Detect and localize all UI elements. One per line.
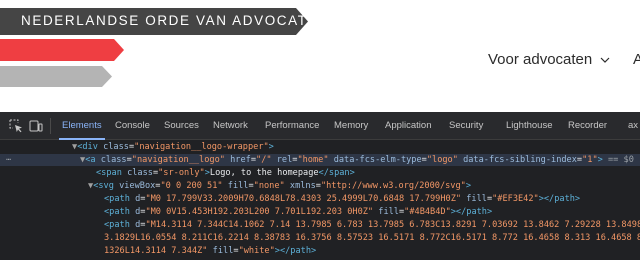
dom-node-path-white-end: 1326L14.3114 7.344Z" fill="white"></path… [104, 246, 317, 256]
tab-lighthouse[interactable]: Lighthouse [506, 112, 552, 140]
logo-red-bar[interactable] [0, 39, 124, 61]
tab-network[interactable]: Network [213, 112, 248, 140]
dom-node-logo-wrapper[interactable]: ▼<div class="navigation__logo-wrapper"> [0, 141, 640, 153]
more-options-icon[interactable]: ⋯ [6, 154, 11, 166]
devtools-toolbar: Elements Console Sources Network Perform… [0, 112, 640, 140]
inspect-element-icon[interactable] [9, 119, 23, 133]
dom-node-path-dark[interactable]: <path d="M0 0V15.453H192.203L200 7.701L1… [0, 206, 640, 218]
tab-security[interactable]: Security [449, 112, 483, 140]
toolbar-separator [50, 118, 51, 134]
dom-node-path-white-cont: 3.1829L16.0554 8.211C16.2214 8.38783 16.… [104, 233, 640, 243]
nav-link-label: Voor advocaten [488, 51, 593, 68]
device-toolbar-icon[interactable] [29, 119, 43, 133]
dom-node-path-red[interactable]: <path d="M0 17.799V33.2009H70.6848L78.43… [0, 193, 640, 205]
logo-text[interactable]: NEDERLANDSE ORDE VAN ADVOCATEN [21, 13, 330, 28]
selected-node-marker: == $0 [608, 155, 634, 165]
tab-recorder[interactable]: Recorder [568, 112, 607, 140]
tab-overflow[interactable]: ax [628, 112, 638, 140]
dom-node-sr-only[interactable]: <span class="sr-only">Logo, to the homep… [0, 167, 640, 179]
tab-application[interactable]: Application [385, 112, 431, 140]
devtools-panel: Elements Console Sources Network Perform… [0, 112, 640, 260]
tab-memory[interactable]: Memory [334, 112, 368, 140]
website-header: NEDERLANDSE ORDE VAN ADVOCATEN Voor advo… [0, 0, 640, 112]
tab-console[interactable]: Console [115, 112, 150, 140]
nav-next-item[interactable]: A [633, 51, 640, 68]
dom-tree: ▼<div class="navigation__logo-wrapper"> … [0, 141, 640, 260]
tab-elements[interactable]: Elements [59, 112, 105, 140]
tab-performance[interactable]: Performance [265, 112, 319, 140]
logo-grey-bar[interactable] [0, 66, 112, 87]
dom-node-svg[interactable]: ▼<svg viewBox="0 0 200 51" fill="none" x… [0, 180, 640, 192]
dom-node-logo-link[interactable]: ⋯ ▼<a class="navigation__logo" href="/" … [0, 154, 640, 166]
dom-node-path-white[interactable]: <path d="M14.3114 7.344C14.1062 7.14 13.… [0, 219, 640, 231]
nav-voor-advocaten[interactable]: Voor advocaten [488, 51, 611, 68]
tab-sources[interactable]: Sources [164, 112, 199, 140]
chevron-down-icon [600, 57, 610, 63]
